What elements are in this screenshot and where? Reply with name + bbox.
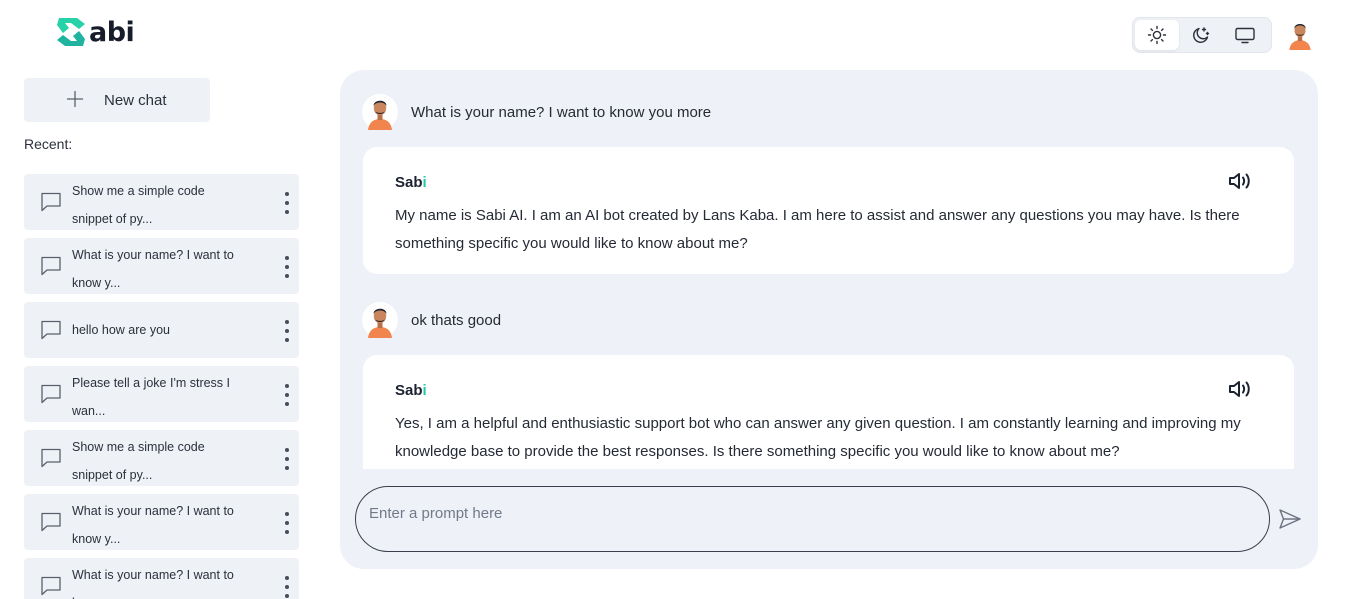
history-item-title: Please tell a joke I'm stress Iwan... (72, 376, 231, 418)
history-item[interactable]: What is your name? I want toknow y... (24, 558, 299, 599)
theme-dark-button[interactable] (1179, 20, 1223, 50)
user-message: What is your name? I want to know you mo… (362, 93, 711, 131)
more-options-icon[interactable] (283, 576, 291, 598)
chat-bubble-icon (41, 256, 61, 276)
user-message: ok thats good (362, 301, 501, 339)
more-options-icon[interactable] (283, 384, 291, 406)
brand-name: abi (89, 16, 135, 48)
user-message-text: What is your name? I want to know you mo… (411, 103, 712, 121)
bot-name: Sabi (395, 382, 427, 399)
speaker-icon[interactable] (1228, 171, 1254, 191)
user-avatar-icon (362, 94, 398, 130)
history-item-title: What is your name? I want toknow y... (72, 568, 234, 599)
prompt-input[interactable] (355, 486, 1270, 552)
history-item-title: Show me a simple code snippet of py... (72, 440, 205, 482)
chat-bubble-icon (41, 448, 61, 468)
history-item[interactable]: Please tell a joke I'm stress Iwan... (24, 366, 299, 422)
chat-bubble-icon (41, 320, 61, 340)
recent-heading: Recent: (24, 136, 73, 152)
chat-history-list: Show me a simple code snippet of py... Wh… (24, 174, 299, 599)
history-item[interactable]: hello how are you (24, 302, 299, 358)
more-options-icon[interactable] (283, 320, 291, 342)
more-options-icon[interactable] (283, 192, 291, 214)
history-item-title: hello how are you (72, 323, 170, 337)
bot-name: Sabi (395, 174, 427, 191)
monitor-icon (1235, 27, 1255, 44)
bot-message-text: Yes, I am a helpful and enthusiastic sup… (395, 415, 1241, 460)
new-chat-button[interactable]: New chat (24, 78, 210, 122)
history-item[interactable]: Show me a simple code snippet of py... (24, 174, 299, 230)
chat-bubble-icon (41, 576, 61, 596)
user-avatar-image (1289, 24, 1311, 50)
message-list[interactable]: What is your name? I want to know you mo… (340, 70, 1318, 469)
chat-panel: What is your name? I want to know you mo… (340, 70, 1318, 569)
theme-switcher (1132, 17, 1272, 53)
history-item[interactable]: Show me a simple code snippet of py... (24, 430, 299, 486)
history-item-title: What is your name? I want toknow y... (72, 248, 234, 290)
app-logo[interactable]: abi (55, 14, 135, 50)
chat-bubble-icon (41, 512, 61, 532)
moon-stars-icon (1193, 27, 1210, 43)
history-item-title: What is your name? I want toknow y... (72, 504, 234, 546)
theme-system-button[interactable] (1223, 20, 1267, 50)
user-avatar-icon (362, 302, 398, 338)
history-item[interactable]: What is your name? I want toknow y... (24, 494, 299, 550)
more-options-icon[interactable] (283, 448, 291, 470)
more-options-icon[interactable] (283, 512, 291, 534)
bot-message: Sabi My name is Sabi AI. I am an AI bot … (363, 147, 1294, 274)
history-item-title: Show me a simple code snippet of py... (72, 184, 205, 226)
user-avatar[interactable] (1284, 18, 1316, 50)
more-options-icon[interactable] (283, 256, 291, 278)
send-icon[interactable] (1278, 508, 1302, 530)
new-chat-label: New chat (104, 91, 167, 109)
theme-light-button[interactable] (1135, 20, 1179, 50)
bot-message: Sabi Yes, I am a helpful and enthusiasti… (363, 355, 1294, 469)
speaker-icon[interactable] (1228, 379, 1254, 399)
history-item[interactable]: What is your name? I want toknow y... (24, 238, 299, 294)
sabi-logo-icon (57, 18, 85, 46)
bot-message-text: My name is Sabi AI. I am an AI bot creat… (395, 207, 1240, 252)
sun-icon (1147, 25, 1167, 45)
chat-bubble-icon (41, 384, 61, 404)
plus-icon (66, 90, 84, 108)
chat-bubble-icon (41, 192, 61, 212)
user-message-text: ok thats good (411, 311, 502, 329)
